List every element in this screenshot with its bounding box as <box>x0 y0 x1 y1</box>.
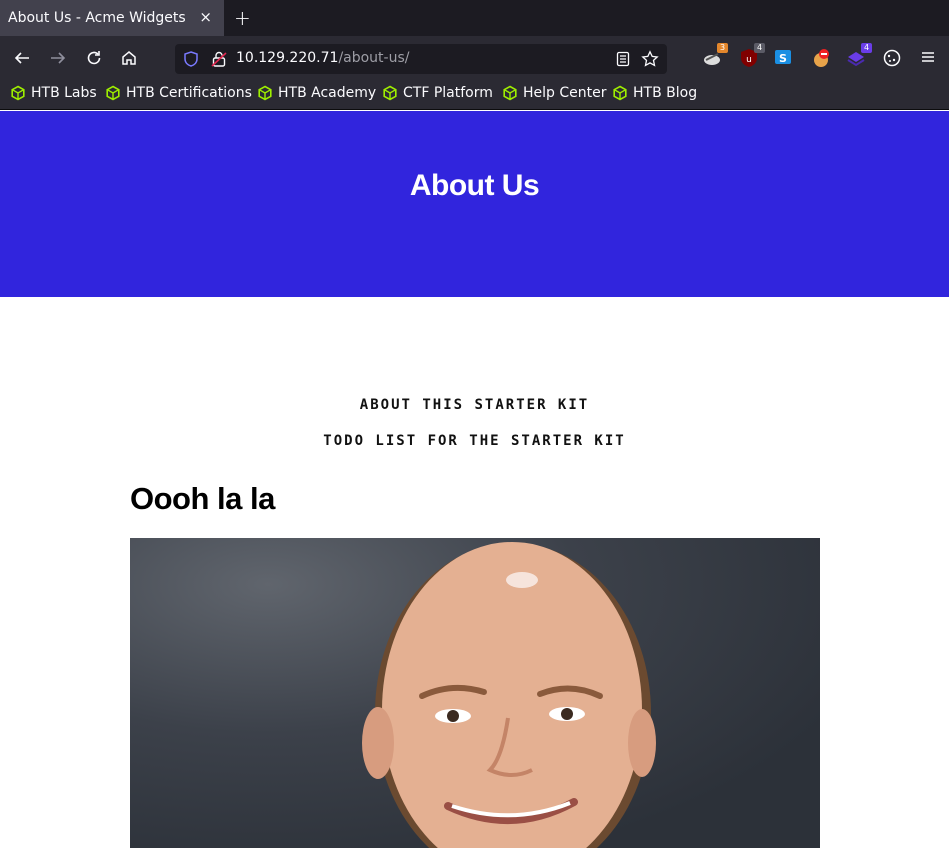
cookie-icon[interactable] <box>882 48 904 70</box>
home-button[interactable] <box>119 48 139 68</box>
bookmark-htb-certifications[interactable]: HTB Certifications <box>105 85 252 101</box>
extension-layers-icon[interactable]: 4 <box>846 43 872 70</box>
htb-cube-icon <box>258 85 272 101</box>
bookmark-label: Help Center <box>523 85 607 101</box>
bookmarks-toolbar: HTB Labs HTB Certifications HTB Academy … <box>0 79 949 110</box>
insecure-lock-icon[interactable] <box>211 50 227 68</box>
url-bar[interactable]: 10.129.220.71/about-us/ <box>175 44 667 74</box>
back-button[interactable] <box>12 48 32 68</box>
tab-title: About Us - Acme Widgets <box>8 10 186 26</box>
ublock-icon[interactable]: u 4 <box>739 43 765 70</box>
bookmark-label: HTB Labs <box>31 85 97 101</box>
navigation-bar: 10.129.220.71/about-us/ 3 u 4 S 4 <box>0 36 949 79</box>
bookmark-ctf-platform[interactable]: CTF Platform <box>382 85 493 101</box>
menu-icon[interactable] <box>919 48 941 70</box>
ublock-badge: 4 <box>754 43 765 53</box>
tab-close-icon[interactable]: × <box>199 8 212 26</box>
bookmark-star-icon[interactable] <box>641 50 659 68</box>
home-icon <box>122 51 136 65</box>
bookmark-label: HTB Academy <box>278 85 377 101</box>
bookmark-help-center[interactable]: Help Center <box>502 85 607 101</box>
portrait-illustration <box>362 542 656 848</box>
reader-view-icon[interactable] <box>615 51 631 67</box>
portrait-photo <box>130 538 820 848</box>
reload-icon <box>87 51 101 65</box>
extension-layers-badge: 4 <box>861 43 872 53</box>
bookmark-label: HTB Certifications <box>126 85 252 101</box>
extension-1-icon[interactable]: 3 <box>702 43 728 70</box>
svg-text:S: S <box>779 52 787 65</box>
extension-s-icon[interactable]: S <box>774 48 796 70</box>
htb-cube-icon <box>11 85 25 101</box>
url-host: 10.129.220.71 <box>236 50 339 66</box>
forward-button[interactable] <box>48 48 68 68</box>
bookmark-label: CTF Platform <box>403 85 493 101</box>
htb-cube-icon <box>106 85 120 101</box>
reload-button[interactable] <box>84 48 104 68</box>
new-tab-button[interactable]: + <box>234 6 251 30</box>
bookmark-label: HTB Blog <box>633 85 698 101</box>
url-text[interactable]: 10.129.220.71/about-us/ <box>236 50 409 66</box>
hero-banner: About Us <box>0 111 949 297</box>
bookmark-htb-blog[interactable]: HTB Blog <box>612 85 697 101</box>
forward-arrow-icon <box>51 52 66 64</box>
tracking-shield-icon[interactable] <box>183 51 199 67</box>
htb-cube-icon <box>613 85 627 101</box>
tab-bar: About Us - Acme Widgets × + <box>0 0 949 36</box>
bookmark-htb-academy[interactable]: HTB Academy <box>257 85 376 101</box>
about-starter-kit-link[interactable]: ABOUT THIS STARTER KIT <box>0 397 949 413</box>
todo-list-link[interactable]: TODO LIST FOR THE STARTER KIT <box>0 433 949 449</box>
bookmark-htb-labs[interactable]: HTB Labs <box>10 85 97 101</box>
svg-text:u: u <box>746 55 752 65</box>
content-heading: Oooh la la <box>130 481 275 516</box>
url-path: /about-us/ <box>338 50 410 66</box>
page-title: About Us <box>409 169 540 202</box>
active-tab[interactable]: About Us - Acme Widgets × <box>0 0 224 36</box>
extension-1-badge: 3 <box>717 43 728 53</box>
htb-cube-icon <box>383 85 397 101</box>
htb-cube-icon <box>503 85 517 101</box>
back-arrow-icon <box>14 52 29 64</box>
extension-stop-icon[interactable] <box>811 48 833 70</box>
